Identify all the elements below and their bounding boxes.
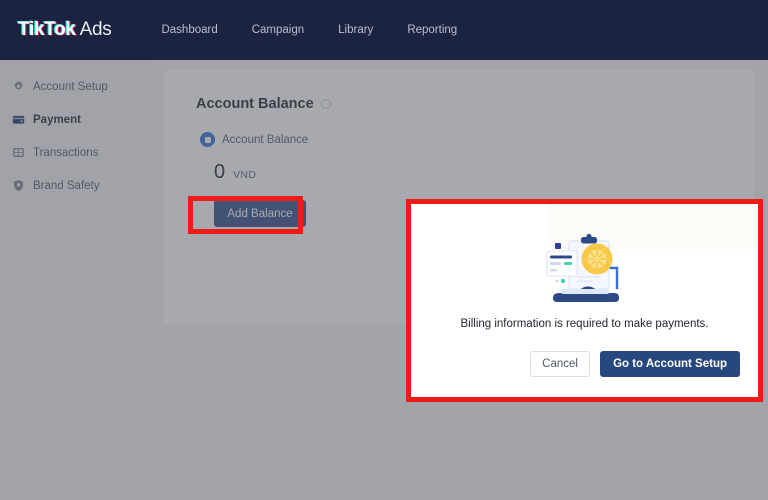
top-navigation-bar: TikTok Ads Dashboard Campaign Library Re…: [0, 0, 768, 60]
nav-item-library[interactable]: Library: [338, 24, 373, 36]
logo-ads-text: Ads: [75, 19, 112, 40]
tiktok-ads-payment-page: TikTok Ads Dashboard Campaign Library Re…: [0, 0, 768, 500]
tiktok-ads-logo[interactable]: TikTok Ads: [18, 19, 112, 41]
annotation-box-dialog: [406, 199, 763, 402]
annotation-box-add-balance: [188, 196, 303, 234]
primary-nav: Dashboard Campaign Library Reporting: [161, 24, 457, 36]
logo-tiktok-text: TikTok: [18, 19, 76, 40]
nav-item-campaign[interactable]: Campaign: [252, 24, 304, 36]
nav-item-reporting[interactable]: Reporting: [407, 24, 457, 36]
nav-item-dashboard[interactable]: Dashboard: [161, 24, 217, 36]
